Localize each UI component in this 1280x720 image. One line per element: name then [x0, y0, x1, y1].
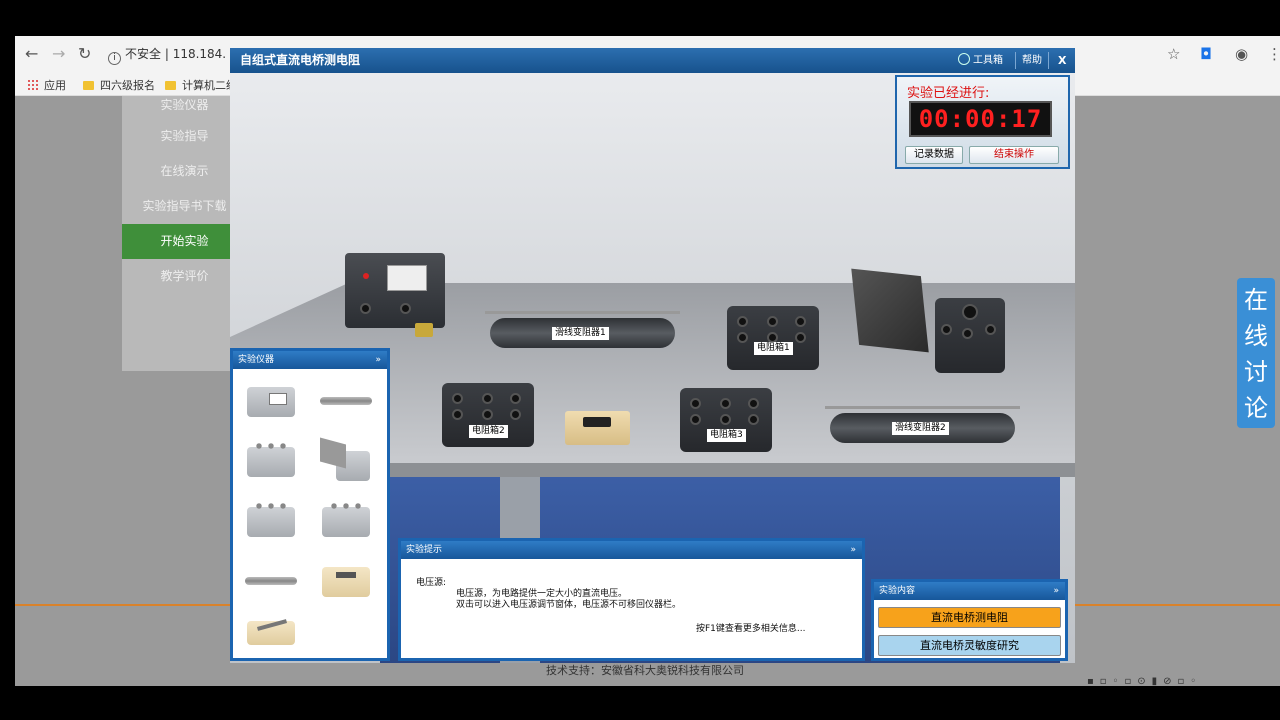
hint-panel: 实验提示 » 电压源: 电压源，为电路提供一定大小的直流电压。 双击可以进入电压… [398, 538, 865, 661]
resistance-box-1[interactable] [727, 306, 819, 370]
separator [1048, 52, 1049, 69]
timer-display: 00:00:17 [909, 101, 1052, 137]
help-button[interactable]: 帮助 [1022, 52, 1042, 69]
hint-panel-header: 实验提示 » [401, 541, 862, 559]
instrument-resistance-box[interactable] [318, 499, 374, 541]
end-operation-button[interactable]: 结束操作 [969, 146, 1059, 164]
forward-icon[interactable]: → [52, 44, 65, 63]
instrument-galvanometer[interactable] [318, 437, 374, 481]
extension-icon[interactable]: ◘ [1200, 45, 1212, 63]
rheostat-rail [485, 311, 680, 314]
timer-panel: 实验已经进行: 00:00:17 记录数据 结束操作 [895, 75, 1070, 169]
switch-blade-icon [583, 417, 611, 427]
meter-icon [387, 265, 427, 291]
instrument-rheostat[interactable] [243, 559, 299, 601]
toolbox-button[interactable]: 工具箱 [958, 52, 1003, 69]
bookmark-apps[interactable]: 应用 [27, 77, 66, 93]
close-button[interactable]: X [1058, 52, 1066, 69]
sim-title-bar: 自组式直流电桥测电阻 [230, 48, 1075, 73]
indicator-light-icon [363, 273, 369, 279]
instruments-panel-header: 实验仪器 » [233, 351, 387, 369]
resistance-box-2-label: 电阻箱2 [469, 425, 508, 438]
info-icon[interactable]: i [108, 52, 121, 65]
menu-icon[interactable]: ⋮ [1267, 45, 1280, 63]
instrument-resistance-box[interactable] [243, 439, 299, 481]
resistance-box-1-label: 电阻箱1 [754, 342, 793, 355]
separator [1015, 52, 1016, 69]
resistance-box-3-label: 电阻箱3 [707, 429, 746, 442]
account-icon[interactable]: ◉ [1235, 45, 1248, 63]
content-panel: 实验内容 » 直流电桥测电阻 直流电桥灵敏度研究 [871, 579, 1068, 661]
rheostat-1-label: 滑线变阻器1 [552, 327, 609, 340]
rheostat-rail [825, 406, 1020, 409]
content-panel-title: 实验内容 [879, 586, 916, 596]
content-panel-header: 实验内容 » [874, 582, 1065, 600]
address-bar[interactable]: i 不安全 | 118.184. [108, 43, 228, 65]
galvanometer[interactable] [935, 298, 1005, 373]
galvanometer-lid [851, 268, 929, 353]
apps-icon [27, 79, 38, 90]
back-icon[interactable]: ← [25, 44, 38, 63]
hint-heading: 电压源: [416, 578, 447, 588]
instrument-resistance-box[interactable] [243, 499, 299, 541]
record-data-button[interactable]: 记录数据 [905, 146, 963, 164]
sim-title: 自组式直流电桥测电阻 [240, 53, 361, 67]
menu-item-guide[interactable]: 实验指导 [122, 119, 247, 154]
browser-screen: ← → ↻ i 不安全 | 118.184. ☆ ◘ ◉ ⋮ 应用 四六级报名 计… [15, 36, 1280, 686]
discussion-tab-label: 在线讨论 [1244, 286, 1268, 422]
collapse-icon[interactable]: » [375, 351, 381, 369]
switch[interactable] [565, 411, 630, 445]
menu-item-evaluation[interactable]: 教学评价 [122, 259, 247, 294]
knob-icon [400, 303, 411, 314]
rheostat-2-label: 滑线变阻器2 [892, 422, 949, 435]
resistance-box-3[interactable] [680, 388, 772, 452]
hint-more: 按F1键查看更多相关信息... [696, 624, 806, 634]
instruments-panel: 实验仪器 » [230, 348, 390, 661]
instrument-power-supply[interactable] [243, 379, 299, 421]
collapse-icon[interactable]: » [1053, 582, 1059, 600]
hint-panel-title: 实验提示 [406, 545, 443, 555]
taskbar-icons: ▪▫◦▫⊙▮⊘▫◦ [1087, 676, 1203, 686]
timer-title: 实验已经进行: [907, 86, 990, 101]
security-label: 不安全 [125, 47, 162, 61]
footer-text: 技术支持：安徽省科大奥锐科技有限公司 [546, 664, 744, 677]
toolbox-icon [958, 53, 970, 65]
instrument-switch[interactable] [318, 559, 374, 601]
instrument-rheostat[interactable] [318, 379, 374, 421]
collapse-icon[interactable]: » [850, 541, 856, 559]
menu-item-download[interactable]: 实验指导书下载 [122, 189, 247, 224]
reload-icon[interactable]: ↻ [78, 44, 91, 63]
instrument-key[interactable] [243, 613, 299, 655]
hint-line-2: 双击可以进入电压源调节窗体，电压源不可移回仪器栏。 [456, 600, 682, 610]
left-menu: 实验仪器 实验指导 在线演示 实验指导书下载 开始实验 教学评价 [122, 96, 247, 371]
menu-item-demo[interactable]: 在线演示 [122, 154, 247, 189]
content-item-bridge-resistance[interactable]: 直流电桥测电阻 [878, 607, 1061, 628]
knob-icon [360, 303, 371, 314]
instruments-panel-title: 实验仪器 [238, 355, 275, 365]
menu-item-instruments[interactable]: 实验仪器 [122, 88, 247, 123]
star-icon[interactable]: ☆ [1167, 45, 1180, 63]
terminal-icon [415, 323, 433, 337]
menu-item-start[interactable]: 开始实验 [122, 224, 247, 259]
url-text: 118.184. [172, 47, 227, 61]
power-supply[interactable] [345, 253, 445, 328]
discussion-tab[interactable]: 在线讨论 [1237, 278, 1275, 428]
content-item-bridge-sensitivity[interactable]: 直流电桥灵敏度研究 [878, 635, 1061, 656]
folder-icon [83, 81, 94, 90]
